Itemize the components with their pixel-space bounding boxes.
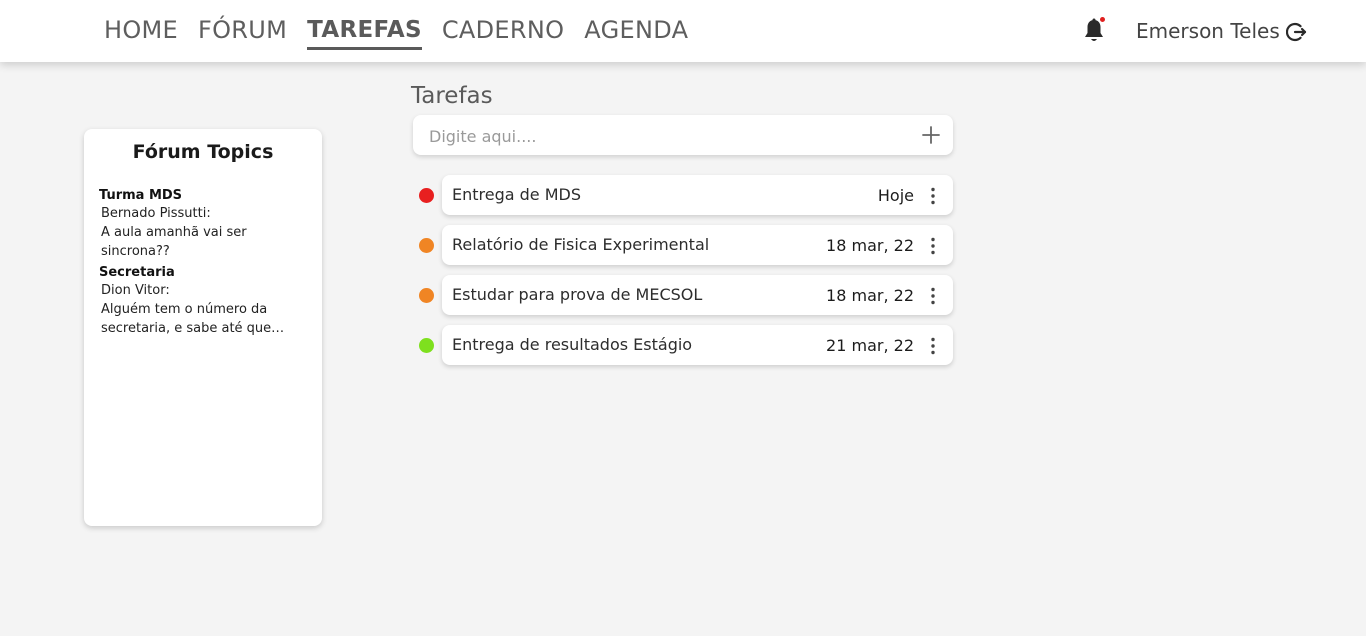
more-vertical-icon[interactable] [927,336,939,356]
task-row: Entrega de resultados Estágio 21 mar, 22 [419,325,953,365]
task-list: Entrega de MDS Hoje Relatório de Fisica … [419,175,953,375]
task-date: 21 mar, 22 [826,336,914,355]
forum-topics-title: Fórum Topics [132,141,274,163]
more-vertical-icon[interactable] [927,286,939,306]
task-row: Entrega de MDS Hoje [419,175,953,215]
topic-author: Bernado Pissutti: [101,206,211,221]
task-name: Relatório de Fisica Experimental [452,235,710,254]
user-name[interactable]: Emerson Teles [1136,18,1280,44]
add-task-icon[interactable] [921,125,941,145]
topic-message: Alguém tem o número da secretaria, e sab… [101,302,272,336]
tasks-title: Tarefas [411,83,493,109]
topic-name: Secretaria [99,265,175,280]
main-nav: HOME FÓRUM TAREFAS CADERNO AGENDA [104,14,708,50]
task-row: Relatório de Fisica Experimental 18 mar,… [419,225,953,265]
more-vertical-icon[interactable] [927,186,939,206]
logout-icon[interactable] [1286,21,1308,43]
notification-indicator [1100,17,1105,22]
topic-author: Dion Vitor: [101,283,170,298]
task-status-dot [419,288,434,303]
forum-topics-card: Fórum Topics Turma MDS Bernado Pissutti:… [84,129,322,526]
nav-item-agenda[interactable]: AGENDA [584,14,688,50]
nav-item-caderno[interactable]: CADERNO [442,14,564,50]
task-item[interactable]: Entrega de MDS Hoje [442,175,953,215]
nav-item-home[interactable]: HOME [104,14,178,50]
task-status-dot [419,338,434,353]
task-name: Entrega de MDS [452,185,582,204]
task-row: Estudar para prova de MECSOL 18 mar, 22 [419,275,953,315]
more-vertical-icon[interactable] [927,236,939,256]
nav-item-forum[interactable]: FÓRUM [198,14,287,50]
top-navbar: HOME FÓRUM TAREFAS CADERNO AGENDA Emerso… [0,0,1366,62]
topic-name: Turma MDS [99,188,183,203]
new-task-input[interactable] [427,115,911,157]
task-name: Entrega de resultados Estágio [452,335,693,354]
forum-topic-item[interactable]: Turma MDS Bernado Pissutti: A aula amanh… [99,187,315,261]
task-date: 18 mar, 22 [826,286,914,305]
forum-topic-item[interactable]: Secretaria Dion Vitor: Alguém tem o núme… [99,264,315,338]
task-date: Hoje [877,186,914,205]
task-status-dot [419,238,434,253]
nav-item-tarefas[interactable]: TAREFAS [307,14,422,50]
new-task-box [413,115,953,157]
task-item[interactable]: Estudar para prova de MECSOL 18 mar, 22 [442,275,953,315]
task-item[interactable]: Relatório de Fisica Experimental 18 mar,… [442,225,953,265]
task-name: Estudar para prova de MECSOL [452,285,703,304]
task-item[interactable]: Entrega de resultados Estágio 21 mar, 22 [442,325,953,365]
forum-topic-list: Turma MDS Bernado Pissutti: A aula amanh… [99,187,315,341]
task-date: 18 mar, 22 [826,236,914,255]
task-status-dot [419,188,434,203]
topic-message: A aula amanhã vai ser sincrona?? [101,225,247,259]
